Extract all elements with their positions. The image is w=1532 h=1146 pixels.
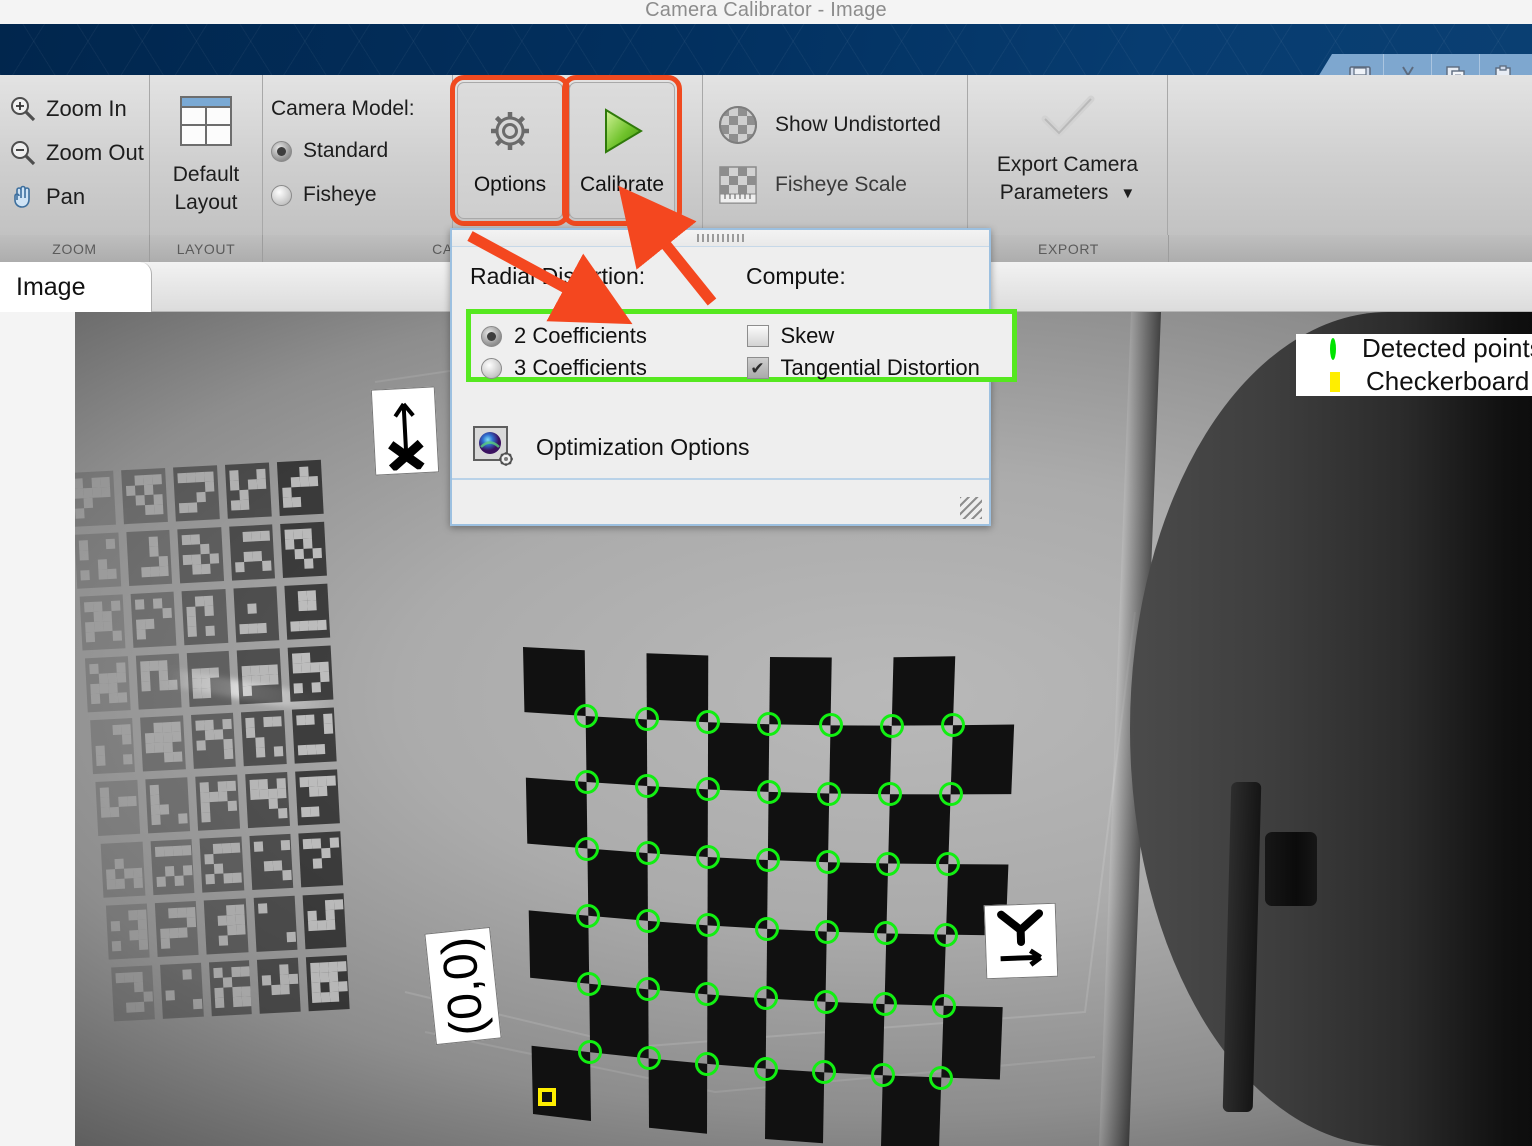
checkbox-tangential-distortion-icon[interactable]: ✔ <box>746 357 769 379</box>
camera-model-option-standard[interactable]: Standard <box>271 129 452 173</box>
calibrate-button-label: Calibrate <box>579 173 665 196</box>
strip-label-layout: LAYOUT <box>150 235 263 262</box>
pan-button[interactable]: Pan <box>6 175 149 219</box>
camera-model-header: Camera Model: <box>271 97 415 120</box>
fisheye-scale-label: Fisheye Scale <box>775 173 907 196</box>
legend-detected-points-label: Detected points <box>1362 333 1532 363</box>
option-3-coefficients[interactable]: 3 Coefficients <box>481 352 747 384</box>
legend-checkerboard-origin-label: Checkerboard origin <box>1366 366 1532 396</box>
ribbon-group-layout: Default Layout <box>150 75 263 235</box>
option-3-coefficients-label: 3 Coefficients <box>514 355 647 380</box>
export-label-line2: Parameters <box>999 181 1109 204</box>
legend-square-icon <box>1330 371 1340 392</box>
popup-headers: Radial Distortion: Compute: <box>452 263 989 290</box>
ribbon-banner <box>0 24 1532 75</box>
radio-2-coefficients-icon[interactable] <box>481 325 502 347</box>
legend-row-checkerboard-origin: Checkerboard origin <box>1330 366 1532 397</box>
origin-label: (0,0) <box>424 926 502 1046</box>
checker-ruler-icon <box>719 166 757 204</box>
calibration-options-popup[interactable]: Radial Distortion: Compute: 2 Coefficien… <box>450 228 1017 526</box>
cut-icon[interactable] <box>1384 54 1432 75</box>
save-icon[interactable] <box>1336 54 1384 75</box>
tab-image[interactable]: Image <box>0 262 152 312</box>
zoom-in-icon <box>11 97 36 122</box>
optimization-options-button[interactable]: Optimization Options <box>472 425 749 469</box>
compute-header: Compute: <box>746 263 846 289</box>
export-camera-parameters-button[interactable]: Export Camera Parameters ▼ <box>997 89 1138 207</box>
ribbon-group-zoom: Zoom In Zoom Out Pan <box>0 75 150 235</box>
paste-icon[interactable] <box>1480 54 1528 75</box>
ribbon-group-actions: Options Calibrate <box>450 75 703 235</box>
show-undistorted-label: Show Undistorted <box>775 113 941 136</box>
camera-model-option-fisheye[interactable]: Fisheye <box>271 173 452 217</box>
options-button[interactable]: Options <box>450 75 570 226</box>
radio-3-coefficients-icon[interactable] <box>481 357 502 379</box>
checkbox-skew[interactable]: Skew <box>746 320 1013 352</box>
radio-fisheye-icon[interactable] <box>271 184 292 206</box>
strip-label-zoom: ZOOM <box>0 235 150 262</box>
zoom-out-button[interactable]: Zoom Out <box>6 131 149 175</box>
gear-icon <box>491 112 529 150</box>
optimization-sphere-gear-icon <box>473 426 513 466</box>
banner-hatch-pattern <box>0 24 1532 75</box>
tab-image-label: Image <box>16 272 86 301</box>
options-button-label: Options <box>473 173 547 196</box>
legend-row-detected-points: Detected points <box>1330 333 1532 364</box>
pan-hand-icon <box>14 185 30 208</box>
window-title: Camera Calibrator - Image <box>645 0 887 21</box>
default-layout-label-line1: Default <box>172 163 240 186</box>
export-label-line1: Export Camera <box>996 153 1139 176</box>
pan-label: Pan <box>46 184 86 209</box>
strip-label-export: EXPORT <box>969 235 1169 262</box>
layout-grid-icon <box>179 96 232 146</box>
ribbon-group-camera-model: Camera Model: Standard Fisheye <box>263 75 453 235</box>
checkbox-tangential-distortion-label: Tangential Distortion <box>780 355 980 380</box>
calibrate-button[interactable]: Calibrate <box>562 75 682 226</box>
sphere-checker-icon <box>719 106 757 144</box>
default-layout-button[interactable]: Default Layout <box>172 93 240 217</box>
popup-footer <box>452 478 989 524</box>
fisheye-scale-button[interactable]: Fisheye Scale <box>715 155 967 215</box>
play-triangle-icon <box>605 108 643 154</box>
zoom-in-button[interactable]: Zoom In <box>6 87 149 131</box>
popup-body: Radial Distortion: Compute: 2 Coefficien… <box>452 247 1017 495</box>
radio-standard-icon[interactable] <box>271 140 292 162</box>
x-axis-label <box>370 386 440 476</box>
quick-access-toolbar <box>1318 54 1532 75</box>
legend-circle-icon <box>1330 337 1336 360</box>
radial-distortion-header: Radial Distortion: <box>470 263 646 289</box>
show-undistorted-button[interactable]: Show Undistorted <box>715 95 967 155</box>
option-2-coefficients[interactable]: 2 Coefficients <box>481 320 747 352</box>
lens-knob <box>1265 832 1317 906</box>
ribbon-toolbar: Zoom In Zoom Out Pan Default Layout Came… <box>0 75 1532 235</box>
origin-label-text: (0,0) <box>431 934 495 1038</box>
checkerboard-origin-marker <box>538 1088 557 1107</box>
checkbox-skew-icon[interactable] <box>746 325 769 347</box>
checkbox-skew-label: Skew <box>780 323 835 348</box>
options-highlight-box: 2 Coefficients 3 Coefficients Skew ✔ Tan… <box>466 309 1017 382</box>
optimization-options-label: Optimization Options <box>536 433 750 460</box>
chevron-down-icon[interactable]: ▼ <box>1120 186 1135 201</box>
zoom-in-label: Zoom In <box>46 96 127 121</box>
ribbon-group-export: Export Camera Parameters ▼ <box>968 75 1168 235</box>
ribbon-group-undistort: Show Undistorted Fisheye Scale <box>703 75 968 235</box>
window-titlebar: Camera Calibrator - Image <box>0 0 1532 24</box>
y-axis-label <box>983 902 1059 980</box>
checkbox-tangential-distortion[interactable]: ✔ Tangential Distortion <box>746 352 1013 384</box>
default-layout-label-line2: Layout <box>174 191 238 214</box>
checkmark-icon <box>1041 95 1094 137</box>
compute-column: Skew ✔ Tangential Distortion <box>746 320 1013 384</box>
radial-distortion-column: 2 Coefficients 3 Coefficients <box>481 320 747 384</box>
grip-dots-icon <box>696 234 745 242</box>
zoom-out-label: Zoom Out <box>46 140 144 165</box>
zoom-out-icon <box>11 141 36 166</box>
option-2-coefficients-label: 2 Coefficients <box>514 323 647 348</box>
image-legend: Detected points Checkerboard origin <box>1296 333 1532 397</box>
copy-icon[interactable] <box>1432 54 1480 75</box>
camera-model-fisheye-label: Fisheye <box>303 183 377 206</box>
camera-model-standard-label: Standard <box>303 139 389 162</box>
popup-drag-grip[interactable] <box>452 230 989 247</box>
popup-resize-handle[interactable] <box>960 497 982 519</box>
